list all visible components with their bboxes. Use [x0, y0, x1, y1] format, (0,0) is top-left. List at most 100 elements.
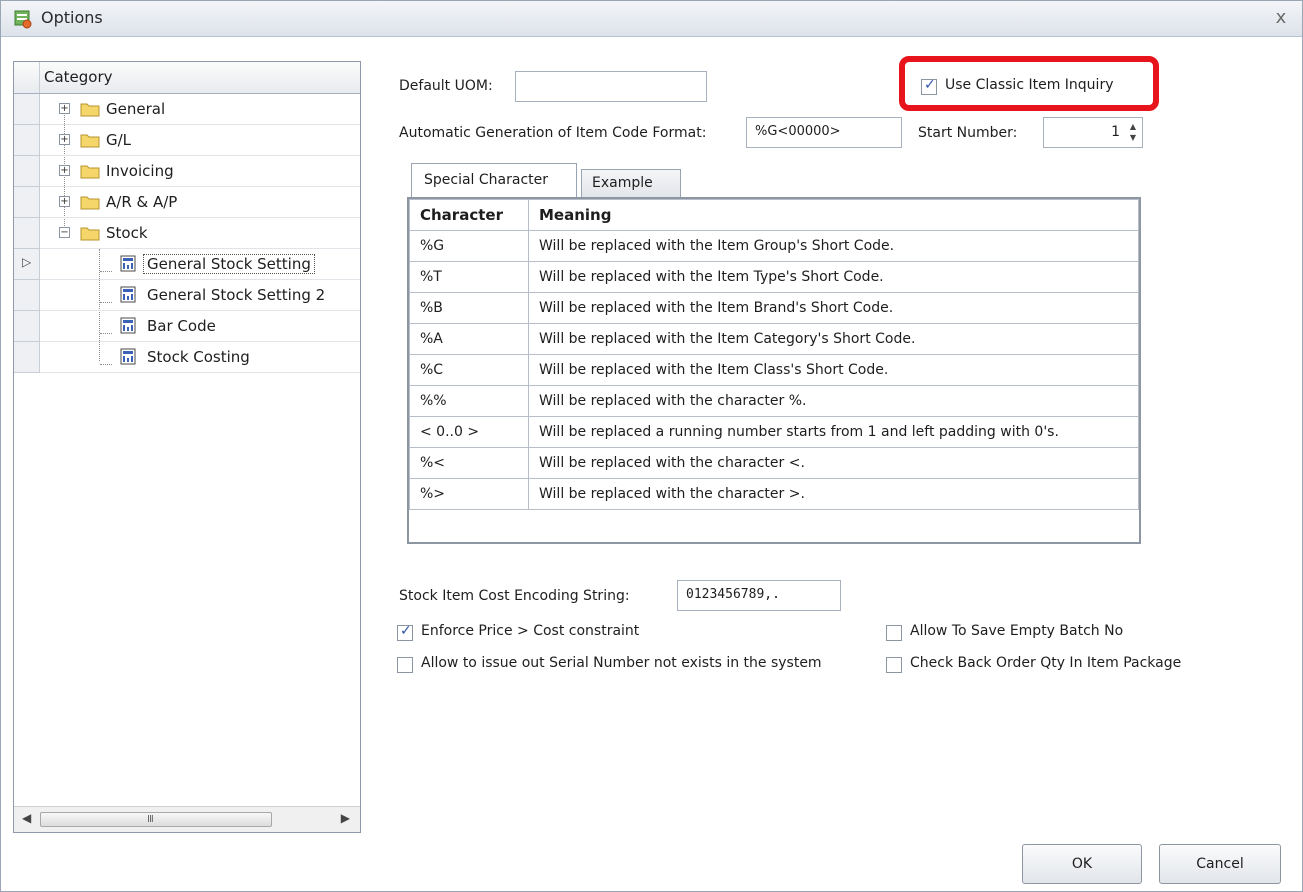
tree-node-stock-costing[interactable]: Stock Costing	[40, 342, 360, 373]
auto-gen-format-input[interactable]: %G<00000>	[746, 117, 902, 148]
scroll-right-arrow-icon[interactable]: ▶	[341, 811, 350, 825]
scroll-grip-icon: III	[147, 814, 154, 825]
category-column-header: Category	[44, 68, 113, 86]
grid-header-meaning[interactable]: Meaning	[528, 199, 1139, 231]
table-row[interactable]: %A Will be replaced with the Item Categor…	[409, 323, 1139, 355]
row-indicator[interactable]	[14, 280, 40, 311]
tree-node-label: A/R & A/P	[106, 193, 178, 211]
use-classic-item-inquiry-label[interactable]: Use Classic Item Inquiry	[945, 77, 1114, 93]
special-character-grid: Character Meaning %G Will be replaced wit…	[407, 197, 1141, 544]
enforce-price-checkbox[interactable]	[397, 623, 413, 641]
scroll-left-arrow-icon[interactable]: ◀	[22, 811, 31, 825]
row-indicator[interactable]	[14, 218, 40, 249]
tree-node-label: General Stock Setting	[143, 254, 315, 274]
character-cell: %G	[409, 230, 529, 262]
tree-node-label: Stock Costing	[147, 348, 250, 366]
row-indicator[interactable]	[14, 156, 40, 187]
expand-icon[interactable]: +	[59, 103, 70, 114]
table-row[interactable]: %C Will be replaced with the Item Class's…	[409, 354, 1139, 386]
row-indicator[interactable]: ▷	[14, 249, 40, 280]
table-row[interactable]: %< Will be replaced with the character <.	[409, 447, 1139, 479]
tree-row-gutter: ▷	[14, 94, 40, 438]
settings-page-icon	[120, 317, 136, 334]
meaning-cell: Will be replaced with the character <.	[528, 447, 1139, 479]
row-indicator[interactable]	[14, 125, 40, 156]
cancel-button[interactable]: Cancel	[1159, 844, 1281, 884]
meaning-cell: Will be replaced a running number starts…	[528, 416, 1139, 448]
folder-icon	[80, 165, 100, 179]
folder-icon	[80, 196, 100, 210]
tree-node-label: General Stock Setting 2	[147, 286, 326, 304]
tree-node-general[interactable]: + General	[40, 94, 360, 125]
row-indicator[interactable]	[14, 94, 40, 125]
tree-node-ar-ap[interactable]: + A/R & A/P	[40, 187, 360, 218]
tab-example[interactable]: Example	[581, 169, 681, 197]
options-window: Options x Category ▷ + General + G/L + I…	[0, 0, 1303, 892]
folder-icon	[80, 227, 100, 241]
character-cell: %B	[409, 292, 529, 324]
table-row[interactable]: %B Will be replaced with the Item Brand's…	[409, 292, 1139, 324]
expand-icon[interactable]: +	[59, 196, 70, 207]
tree-node-label: Stock	[106, 224, 148, 242]
table-row[interactable]: %> Will be replaced with the character >.	[409, 478, 1139, 510]
tree-node-gl[interactable]: + G/L	[40, 125, 360, 156]
use-classic-item-inquiry-checkbox[interactable]	[921, 77, 937, 95]
settings-page-icon	[120, 255, 136, 272]
table-row[interactable]: %T Will be replaced with the Item Type's …	[409, 261, 1139, 293]
tree-node-invoicing[interactable]: + Invoicing	[40, 156, 360, 187]
auto-gen-format-label: Automatic Generation of Item Code Format…	[399, 125, 707, 141]
start-number-spinner[interactable]: ▲ ▼	[1127, 121, 1139, 143]
character-cell: %A	[409, 323, 529, 355]
tree-node-bar-code[interactable]: Bar Code	[40, 311, 360, 342]
ok-button[interactable]: OK	[1022, 844, 1142, 884]
start-number-label: Start Number:	[918, 125, 1018, 141]
grid-header-character[interactable]: Character	[409, 199, 529, 231]
window-title: Options	[41, 8, 103, 27]
folder-icon	[80, 134, 100, 148]
enforce-price-label[interactable]: Enforce Price > Cost constraint	[421, 623, 639, 639]
tab-special-character[interactable]: Special Character	[411, 163, 577, 197]
allow-serial-label[interactable]: Allow to issue out Serial Number not exi…	[421, 655, 822, 671]
check-back-order-label[interactable]: Check Back Order Qty In Item Package	[910, 655, 1181, 671]
tree-horizontal-scrollbar[interactable]: ◀ III ▶	[14, 806, 360, 832]
settings-page-icon	[120, 348, 136, 365]
row-indicator[interactable]	[14, 342, 40, 373]
spin-up-icon[interactable]: ▲	[1127, 121, 1139, 132]
tree-node-label: General	[106, 100, 166, 118]
tree-node-label: Bar Code	[147, 317, 216, 335]
tree-header: Category	[14, 62, 360, 94]
tree-node-general-stock-setting-2[interactable]: General Stock Setting 2	[40, 280, 360, 311]
options-app-icon	[14, 10, 32, 29]
tree-node-label: G/L	[106, 131, 132, 149]
tree-node-general-stock-setting[interactable]: General Stock Setting	[40, 249, 360, 280]
row-indicator[interactable]	[14, 311, 40, 342]
meaning-cell: Will be replaced with the Item Class's S…	[528, 354, 1139, 386]
tree-header-gutter	[14, 62, 40, 93]
cost-encoding-input[interactable]: 0123456789,.	[677, 580, 841, 611]
scrollbar-thumb[interactable]: III	[40, 812, 272, 827]
table-row[interactable]: %% Will be replaced with the character %.	[409, 385, 1139, 417]
tree-node-stock[interactable]: − Stock	[40, 218, 360, 249]
row-indicator[interactable]	[14, 187, 40, 218]
close-button[interactable]: x	[1270, 7, 1292, 29]
cost-encoding-label: Stock Item Cost Encoding String:	[399, 588, 630, 604]
meaning-cell: Will be replaced with the Item Type's Sh…	[528, 261, 1139, 293]
allow-empty-batch-label[interactable]: Allow To Save Empty Batch No	[910, 623, 1123, 639]
expand-icon[interactable]: +	[59, 134, 70, 145]
collapse-icon[interactable]: −	[59, 227, 70, 238]
category-tree: Category ▷ + General + G/L + Invoicing +…	[13, 61, 361, 833]
meaning-cell: Will be replaced with the character %.	[528, 385, 1139, 417]
current-row-arrow-icon: ▷	[22, 255, 32, 269]
allow-serial-checkbox[interactable]	[397, 657, 413, 673]
meaning-cell: Will be replaced with the Item Group's S…	[528, 230, 1139, 262]
spin-down-icon[interactable]: ▼	[1127, 132, 1139, 143]
default-uom-input[interactable]	[515, 71, 707, 102]
allow-empty-batch-checkbox[interactable]	[886, 625, 902, 641]
tree-node-label: Invoicing	[106, 162, 174, 180]
table-row[interactable]: < 0..0 > Will be replaced a running numbe…	[409, 416, 1139, 448]
default-uom-label: Default UOM:	[399, 78, 493, 94]
meaning-cell: Will be replaced with the Item Brand's S…	[528, 292, 1139, 324]
check-back-order-checkbox[interactable]	[886, 657, 902, 673]
table-row[interactable]: %G Will be replaced with the Item Group's…	[409, 230, 1139, 262]
expand-icon[interactable]: +	[59, 165, 70, 176]
